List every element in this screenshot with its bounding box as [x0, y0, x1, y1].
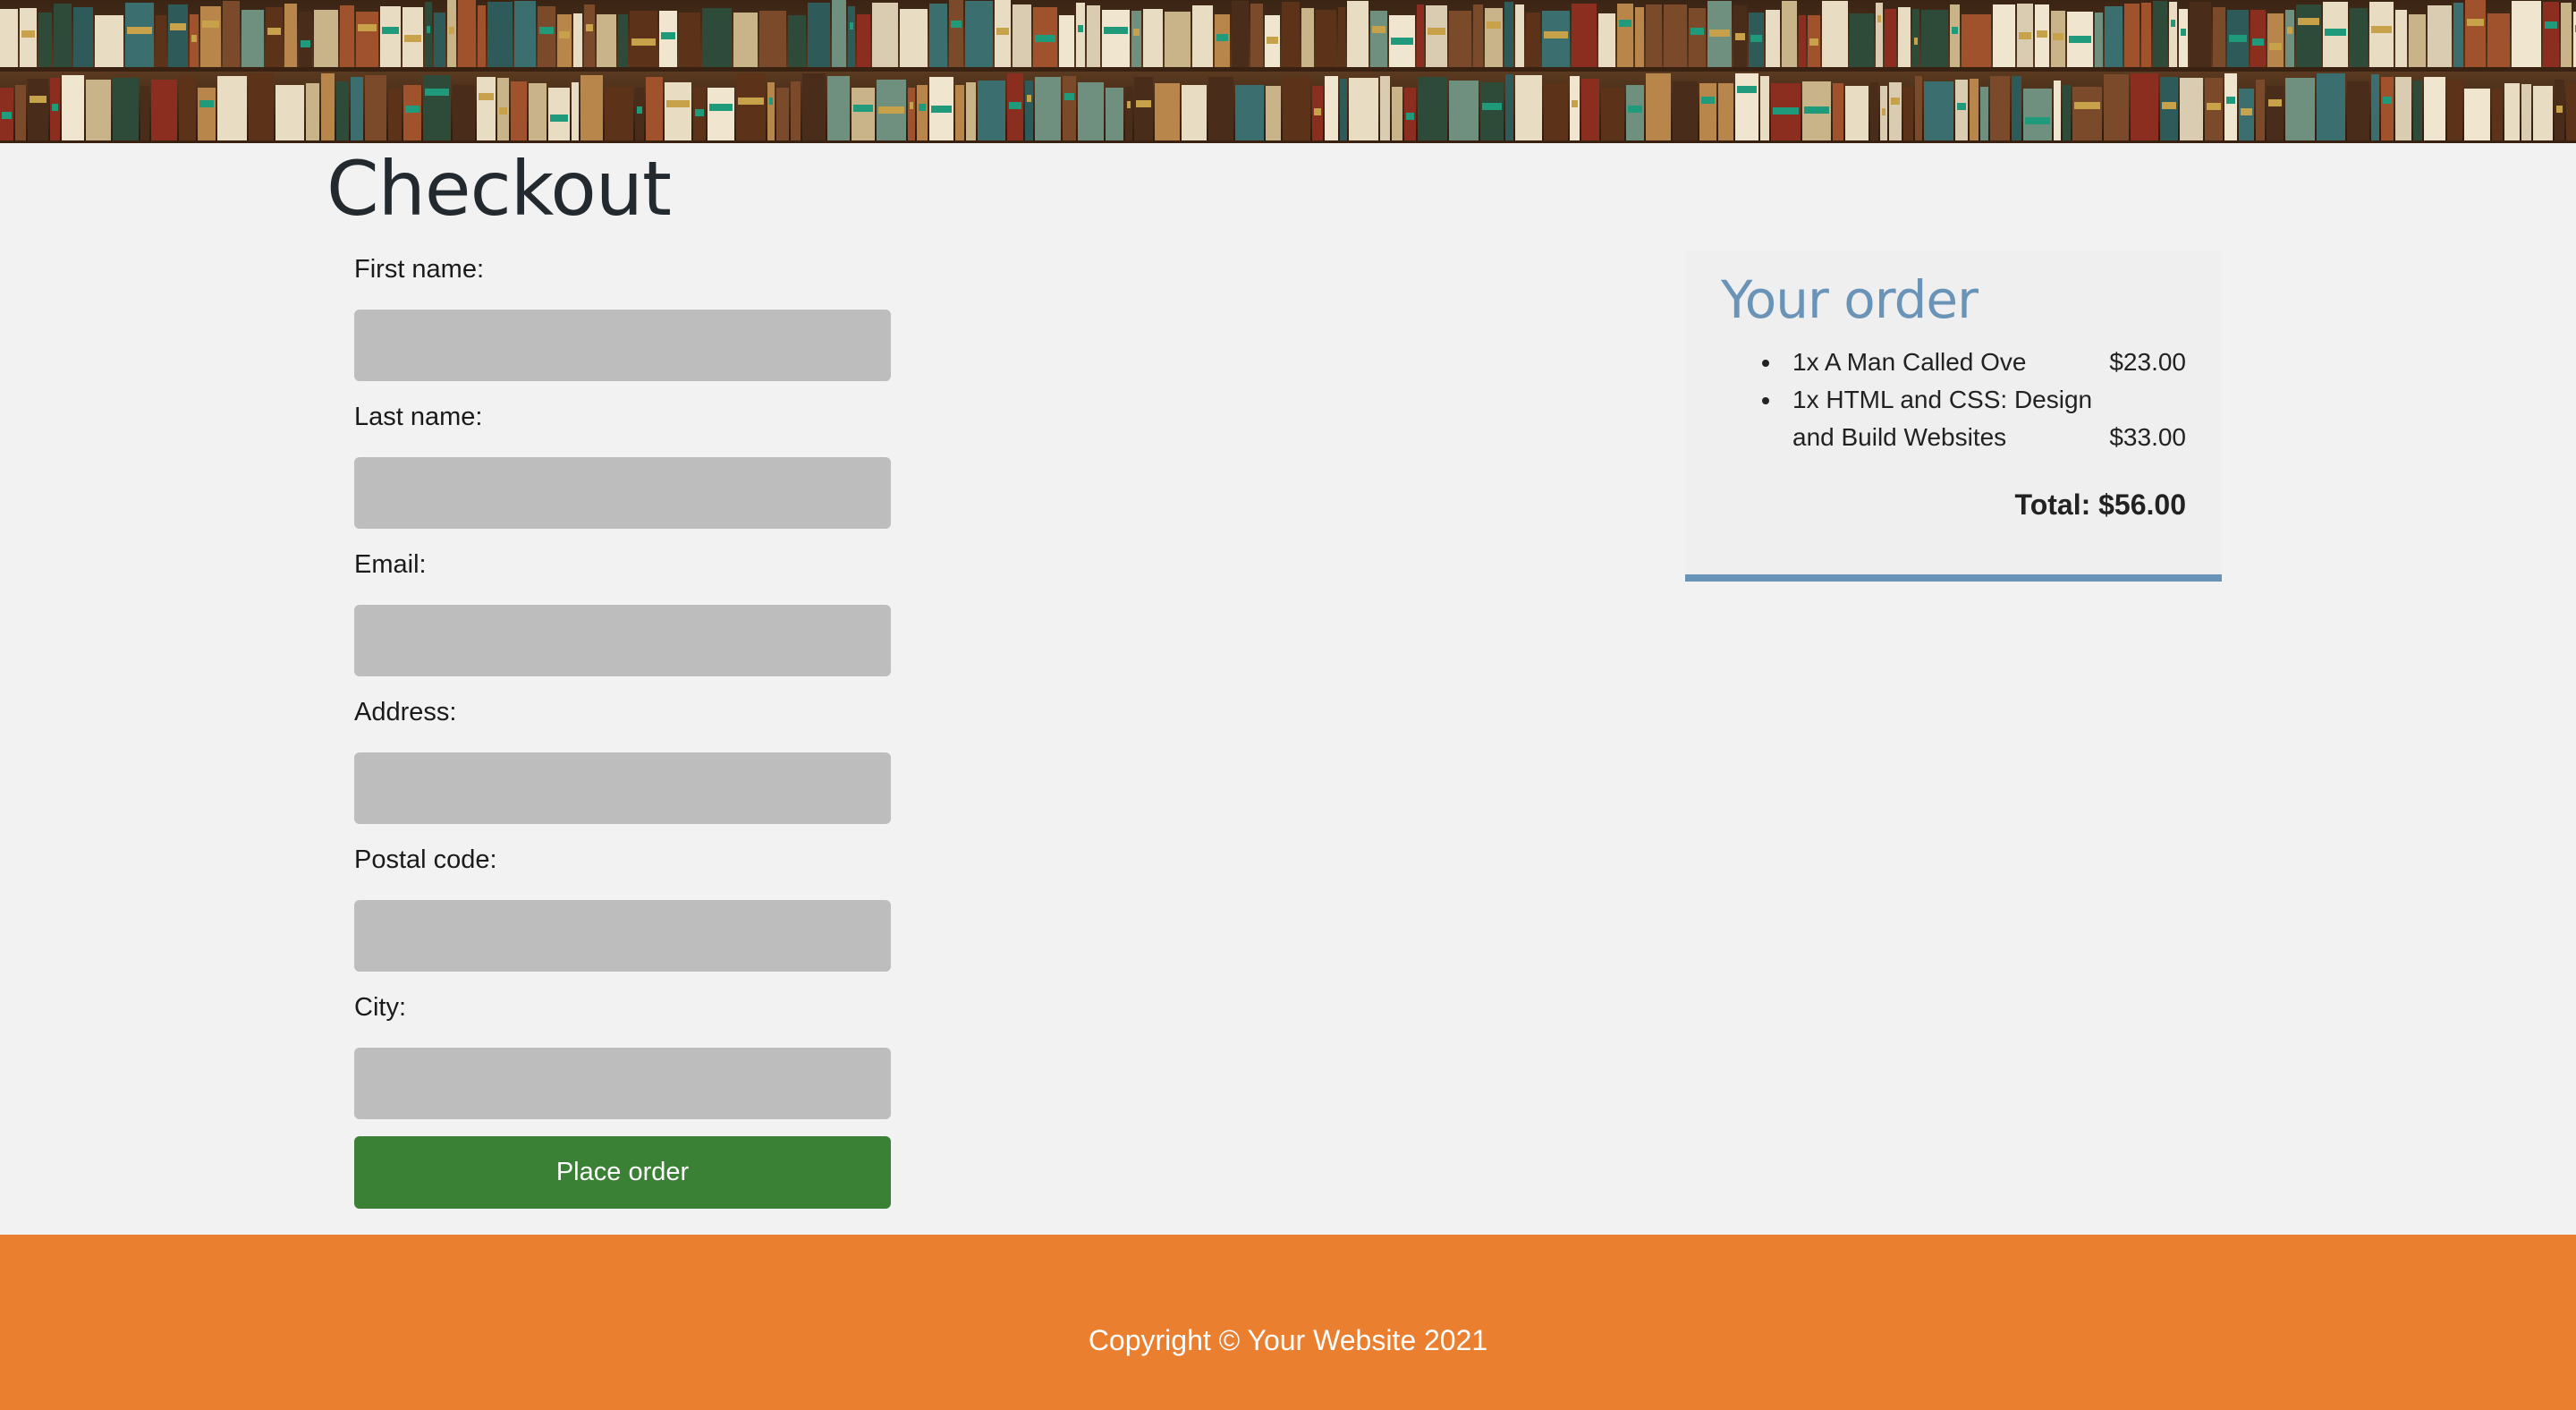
postal-code-field-group: Postal code:: [354, 841, 891, 989]
page-title: Checkout: [326, 145, 672, 233]
order-item-price: $23.00: [2109, 348, 2186, 376]
header-banner: [0, 0, 2576, 143]
last-name-field-group: Last name:: [354, 398, 891, 546]
first-name-input[interactable]: [354, 310, 891, 381]
email-label: Email:: [354, 550, 427, 579]
postal-code-input[interactable]: [354, 900, 891, 972]
address-label: Address:: [354, 698, 457, 726]
order-item-qty: 1x: [1792, 348, 1819, 376]
bookshelf-image: [0, 0, 2576, 143]
order-item-name: 1x HTML and CSS: Design and Build Websit…: [1792, 381, 2109, 456]
email-field-group: Email:: [354, 546, 891, 693]
address-input[interactable]: [354, 752, 891, 824]
order-summary: Your order 1x A Man Called Ove $23.00 1x…: [1685, 251, 2222, 582]
order-item-name: 1x A Man Called Ove: [1792, 344, 2026, 381]
postal-code-label: Postal code:: [354, 845, 497, 874]
last-name-input[interactable]: [354, 457, 891, 529]
copyright-text: Copyright © Your Website 2021: [1088, 1323, 1488, 1356]
order-item-title: HTML and CSS: Design and Build Websites: [1792, 386, 2093, 451]
order-title: Your order: [1721, 269, 1979, 330]
city-field-group: City:: [354, 989, 891, 1136]
footer: Copyright © Your Website 2021: [0, 1235, 2576, 1410]
city-input[interactable]: [354, 1048, 891, 1119]
first-name-label: First name:: [354, 255, 485, 284]
city-label: City:: [354, 993, 406, 1022]
order-item-list: 1x A Man Called Ove $23.00 1x HTML and C…: [1721, 344, 2186, 456]
order-item: 1x A Man Called Ove $23.00: [1757, 344, 2186, 381]
order-item-qty: 1x: [1792, 386, 1819, 413]
order-item-title: A Man Called Ove: [1824, 348, 2027, 376]
place-order-button[interactable]: Place order: [354, 1136, 891, 1209]
order-item: 1x HTML and CSS: Design and Build Websit…: [1757, 381, 2186, 456]
first-name-field-group: First name:: [354, 251, 891, 398]
address-field-group: Address:: [354, 693, 891, 841]
email-input[interactable]: [354, 605, 891, 676]
last-name-label: Last name:: [354, 403, 483, 431]
order-total: Total: $56.00: [2014, 488, 2186, 521]
order-item-price: $33.00: [2109, 423, 2186, 451]
checkout-form: First name: Last name: Email: Address: P…: [354, 251, 891, 1209]
